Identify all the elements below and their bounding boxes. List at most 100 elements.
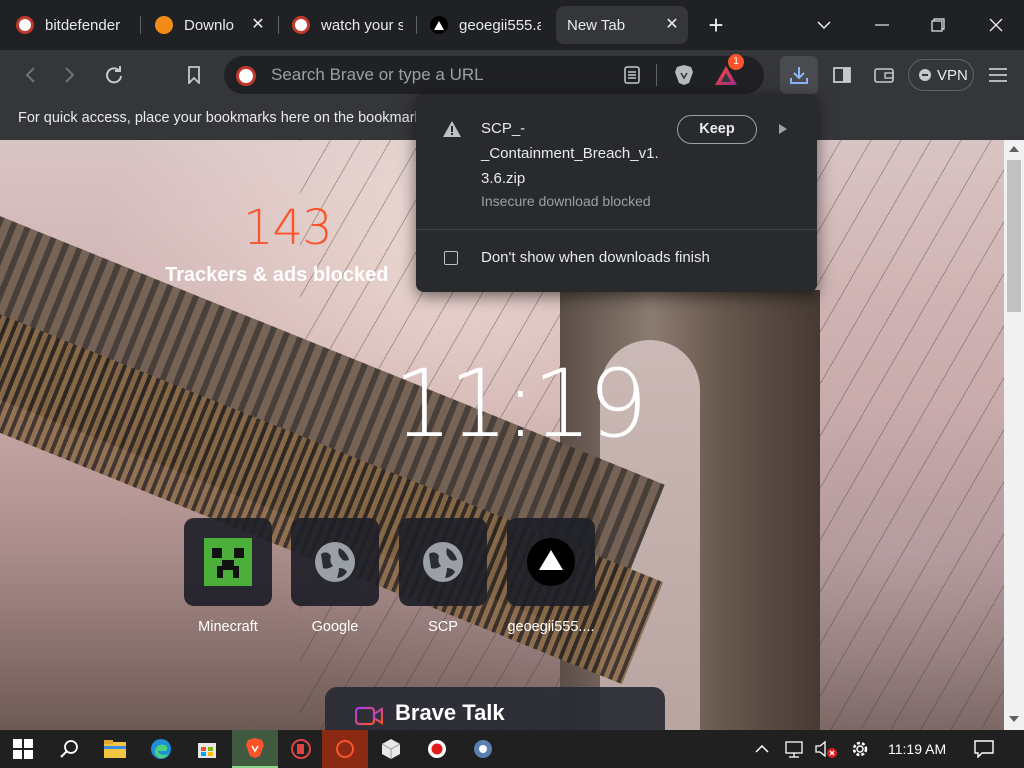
menu-button[interactable] xyxy=(982,60,1014,90)
search-input[interactable]: Search Brave or type a URL xyxy=(271,65,484,85)
top-site-minecraft[interactable]: Minecraft xyxy=(173,518,283,635)
brave-lion-icon xyxy=(246,738,264,758)
trackers-blocked-count: 143 xyxy=(243,200,333,256)
top-site-tile[interactable] xyxy=(507,518,595,606)
top-site-google[interactable]: Google xyxy=(280,518,390,635)
taskbar-file-explorer[interactable] xyxy=(92,730,138,768)
page-scrollbar[interactable] xyxy=(1004,140,1024,730)
tab-watch-your[interactable]: watch your s xyxy=(286,6,414,44)
scroll-down-arrow-icon[interactable] xyxy=(1009,716,1019,722)
top-site-tile[interactable] xyxy=(399,518,487,606)
tray-network[interactable] xyxy=(776,730,812,768)
tab-title: New Tab xyxy=(567,16,626,34)
divider xyxy=(416,229,817,230)
tab-separator xyxy=(140,16,141,34)
downloads-button[interactable] xyxy=(780,56,818,94)
back-button[interactable] xyxy=(14,60,46,90)
taskbar-app-red[interactable] xyxy=(322,730,368,768)
cube-icon xyxy=(382,739,400,759)
taskbar-store[interactable] xyxy=(184,730,230,768)
brave-rewards-button[interactable]: 1 xyxy=(710,54,744,90)
start-button[interactable] xyxy=(0,730,46,768)
taskbar-search-button[interactable] xyxy=(46,730,92,768)
taskbar-edge[interactable] xyxy=(138,730,184,768)
new-tab-button[interactable]: + xyxy=(696,6,736,44)
close-window-button[interactable] xyxy=(976,6,1016,44)
tab-download[interactable]: Download ✕ xyxy=(146,6,274,44)
top-site-label: Google xyxy=(311,619,359,635)
top-site-scp[interactable]: SCP xyxy=(388,518,498,635)
sidebar-button[interactable] xyxy=(826,60,858,90)
folder-icon xyxy=(104,740,126,758)
chevron-right-icon[interactable] xyxy=(779,124,787,134)
tab-geoegii555[interactable]: geoegii555.a xyxy=(424,6,552,44)
dont-show-checkbox[interactable] xyxy=(444,251,458,265)
taskbar-cube-app[interactable] xyxy=(368,730,414,768)
download-site-favicon-icon xyxy=(155,16,173,34)
minimize-button[interactable] xyxy=(862,6,902,44)
triangle-logo-icon xyxy=(430,16,448,34)
tray-settings[interactable] xyxy=(840,730,880,768)
restore-icon xyxy=(931,18,945,32)
brave-talk-label: Brave Talk xyxy=(395,700,505,725)
tab-separator xyxy=(278,16,279,34)
taskbar-settings-app[interactable] xyxy=(460,730,506,768)
vpn-button[interactable]: VPN xyxy=(908,59,974,91)
vpn-status-icon xyxy=(919,69,931,81)
restore-button[interactable] xyxy=(918,6,958,44)
bookmark-icon xyxy=(188,66,200,84)
download-status: Insecure download blocked xyxy=(481,193,651,209)
brave-lion-icon xyxy=(675,65,693,85)
arrow-left-icon xyxy=(25,67,35,83)
chevron-down-icon xyxy=(817,21,831,29)
close-icon xyxy=(989,18,1003,32)
tab-title: geoegii555.a xyxy=(459,16,541,34)
taskbar-clock[interactable]: 11:19 AM xyxy=(888,741,946,757)
close-icon[interactable]: ✕ xyxy=(662,15,682,35)
keep-button[interactable]: Keep xyxy=(677,115,757,144)
top-site-label: Minecraft xyxy=(198,619,258,635)
notification-center-button[interactable] xyxy=(962,730,1006,768)
brave-shields-button[interactable] xyxy=(668,60,700,90)
top-site-tile[interactable] xyxy=(291,518,379,606)
globe-icon xyxy=(423,542,463,582)
top-site-geoegii555[interactable]: geoegii555.... xyxy=(496,518,606,635)
trackers-blocked-label: Trackers & ads blocked xyxy=(165,264,389,286)
taskbar-bitdefender[interactable] xyxy=(278,730,324,768)
forward-button[interactable] xyxy=(54,60,86,90)
scroll-up-arrow-icon[interactable] xyxy=(1009,146,1019,152)
brave-talk-card[interactable]: Brave Talk xyxy=(325,687,665,730)
reader-mode-icon[interactable] xyxy=(624,66,640,89)
top-site-label: geoegii555.... xyxy=(507,619,595,635)
tab-new-tab[interactable]: New Tab ✕ xyxy=(556,6,688,44)
close-icon[interactable]: ✕ xyxy=(248,15,268,35)
tab-search-button[interactable] xyxy=(804,6,844,44)
globe-icon xyxy=(315,542,355,582)
wallet-icon xyxy=(874,68,894,83)
toolbar: Search Brave or type a URL 1 VPN xyxy=(0,50,1024,100)
taskbar-record-app[interactable] xyxy=(414,730,460,768)
chevron-up-icon xyxy=(755,745,769,753)
tray-volume[interactable] xyxy=(808,730,844,768)
wallet-button[interactable] xyxy=(868,60,900,90)
site-shield-icon xyxy=(236,66,256,86)
download-filename-line: _Containment_Breach_v1. xyxy=(481,145,659,162)
plus-icon: + xyxy=(708,10,724,40)
tab-bitdefender[interactable]: bitdefender xyxy=(10,6,138,44)
bookmark-button[interactable] xyxy=(178,60,210,90)
reload-button[interactable] xyxy=(98,60,130,90)
store-icon xyxy=(198,743,216,758)
top-site-tile[interactable] xyxy=(184,518,272,606)
taskbar-brave[interactable] xyxy=(232,730,278,768)
download-bubble: SCP_- _Containment_Breach_v1. 3.6.zip In… xyxy=(416,94,817,292)
scrollbar-thumb[interactable] xyxy=(1007,160,1021,312)
download-filename-line: 3.6.zip xyxy=(481,170,526,187)
dont-show-label[interactable]: Don't show when downloads finish xyxy=(481,249,710,266)
rewards-badge: 1 xyxy=(728,54,744,70)
tab-title: watch your s xyxy=(321,16,403,34)
notification-icon xyxy=(974,740,994,758)
windows-logo-icon xyxy=(13,739,33,759)
bitdefender-icon xyxy=(291,739,311,759)
clock: 11:19 xyxy=(393,350,648,459)
omnibox-divider xyxy=(656,64,657,86)
